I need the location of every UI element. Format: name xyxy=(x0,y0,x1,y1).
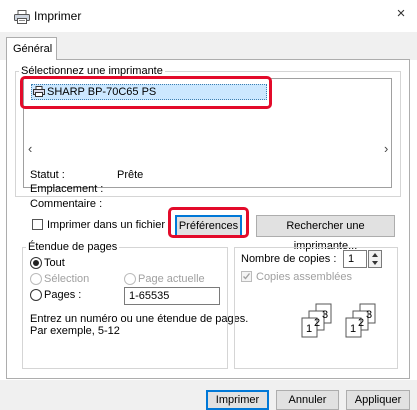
svg-text:2: 2 xyxy=(314,317,320,329)
copies-spinner[interactable] xyxy=(368,250,382,268)
radio-current-page[interactable] xyxy=(124,273,136,285)
find-printer-button[interactable]: Rechercher une imprimante... xyxy=(256,215,395,252)
radio-all-label: Tout xyxy=(44,257,65,269)
page-range-hint-2: Par exemple, 5-12 xyxy=(30,325,120,337)
pages-input[interactable]: 1-65535 xyxy=(124,287,220,305)
close-icon[interactable]: × xyxy=(392,5,410,23)
svg-text:1: 1 xyxy=(306,323,312,335)
copies-input[interactable]: 1 xyxy=(343,250,367,268)
svg-text:3: 3 xyxy=(322,309,328,321)
copies-count-label: Nombre de copies : xyxy=(241,253,337,265)
print-to-file-checkbox[interactable] xyxy=(32,219,43,230)
scroll-right-icon[interactable]: › xyxy=(384,141,388,156)
collate-pages-icon-2: 1 2 3 xyxy=(340,302,384,342)
spinner-arrows-icon xyxy=(372,253,378,265)
highlight-printer xyxy=(20,76,272,109)
horizontal-scrollbar[interactable] xyxy=(24,140,391,157)
highlight-preferences xyxy=(168,207,249,238)
apply-button[interactable]: Appliquer xyxy=(346,390,410,410)
location-label: Emplacement : xyxy=(30,183,104,195)
page-range-hint-1: Entrez un numéro ou une étendue de pages… xyxy=(30,313,249,325)
radio-pages[interactable] xyxy=(30,289,42,301)
scroll-left-icon[interactable]: ‹ xyxy=(28,141,32,156)
radio-all[interactable] xyxy=(30,257,42,269)
collate-pages-icon: 1 2 3 xyxy=(296,302,340,342)
page-range-legend: Étendue de pages xyxy=(26,241,120,253)
printer-icon xyxy=(14,10,30,24)
radio-pages-label: Pages : xyxy=(44,289,82,301)
print-to-file-label: Imprimer dans un fichier xyxy=(47,219,165,231)
tab-strip xyxy=(0,32,417,60)
tab-general[interactable]: Général xyxy=(6,37,57,60)
print-button[interactable]: Imprimer xyxy=(206,390,269,410)
comment-label: Commentaire : xyxy=(30,198,103,210)
radio-selection[interactable] xyxy=(30,273,42,285)
radio-current-page-label: Page actuelle xyxy=(138,273,205,285)
svg-text:1: 1 xyxy=(350,323,356,335)
svg-text:2: 2 xyxy=(358,317,364,329)
window-title: Imprimer xyxy=(34,9,82,23)
collate-label: Copies assemblées xyxy=(256,271,352,283)
cancel-button[interactable]: Annuler xyxy=(276,390,339,410)
status-value: Prête xyxy=(117,169,144,181)
check-icon xyxy=(243,273,251,280)
status-label: Statut : xyxy=(30,169,65,181)
collate-checkbox[interactable] xyxy=(241,271,252,282)
svg-text:3: 3 xyxy=(366,309,372,321)
radio-selection-label: Sélection xyxy=(44,273,90,285)
